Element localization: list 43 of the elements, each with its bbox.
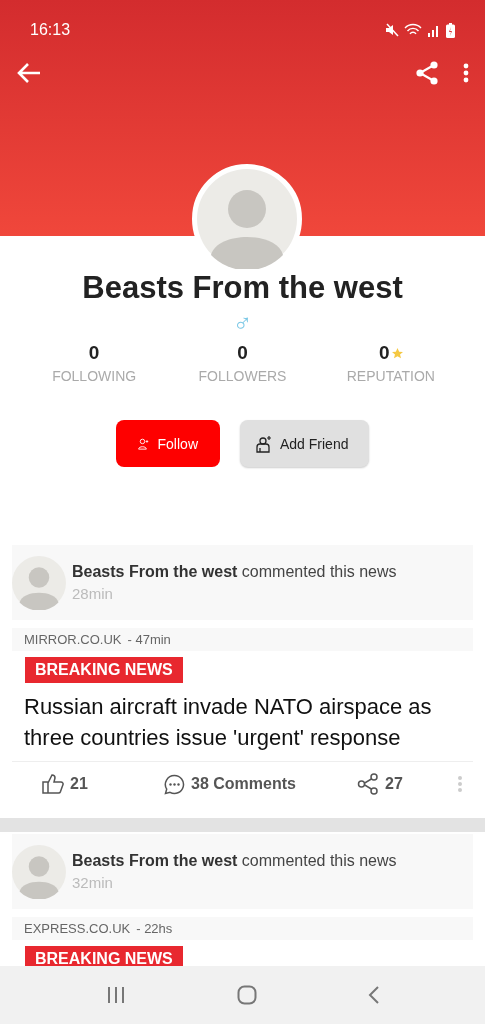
gender-symbol: ♂: [232, 310, 253, 336]
profile-name: Beasts From the west: [81, 270, 404, 306]
back-icon[interactable]: [367, 985, 380, 1005]
status-time: 16:13: [30, 21, 71, 39]
activity-text: Beasts From the west commented this news: [72, 852, 397, 870]
breaking-news-tag: BREAKING NEWS: [25, 946, 183, 966]
stat-value: 0: [88, 342, 100, 364]
breaking-news-tag: BREAKING NEWS: [25, 657, 183, 683]
stat-value: 0: [379, 342, 390, 364]
comment-icon[interactable]: [164, 773, 185, 795]
wifi-icon: [404, 23, 422, 37]
news-age: - 47min: [127, 632, 171, 647]
share-icon[interactable]: [415, 60, 439, 86]
news-source: EXPRESS.CO.UK: [24, 921, 131, 936]
avatar-icon: [12, 844, 66, 899]
stat-value: 0: [237, 342, 248, 364]
stat-label: FOLLOWERS: [198, 368, 287, 384]
signal-icon: [427, 23, 441, 37]
add-friend-icon: [254, 434, 272, 453]
battery-icon: [446, 22, 455, 38]
share-count: 27: [385, 775, 403, 793]
follow-button[interactable]: Follow: [116, 420, 220, 467]
avatar-icon: [12, 555, 66, 610]
thumbs-up-icon[interactable]: [42, 774, 64, 794]
back-arrow-icon[interactable]: [16, 62, 42, 84]
news-headline[interactable]: Russian aircraft invade NATO airspace as three countries issue 'urgent' response: [24, 691, 461, 753]
news-age: - 22hs: [136, 921, 173, 936]
star-icon: [391, 347, 403, 359]
stat-label: FOLLOWING: [52, 368, 137, 384]
add-friend-button[interactable]: Add Friend: [240, 420, 369, 467]
recent-apps-icon[interactable]: [105, 986, 126, 1004]
like-count: 21: [70, 775, 88, 793]
avatar-icon: [197, 169, 297, 269]
activity-time: 32min: [72, 874, 114, 891]
activity-text: Beasts From the west commented this news: [72, 563, 397, 581]
home-icon[interactable]: [236, 985, 257, 1005]
comment-count: 38 Comments: [191, 775, 296, 793]
share-icon[interactable]: [357, 773, 379, 795]
stat-label: REPUTATION: [346, 368, 435, 384]
activity-time: 28min: [72, 585, 114, 602]
mute-icon: [385, 23, 399, 37]
more-options-icon[interactable]: [463, 63, 469, 83]
news-source: MIRROR.CO.UK: [24, 632, 122, 647]
